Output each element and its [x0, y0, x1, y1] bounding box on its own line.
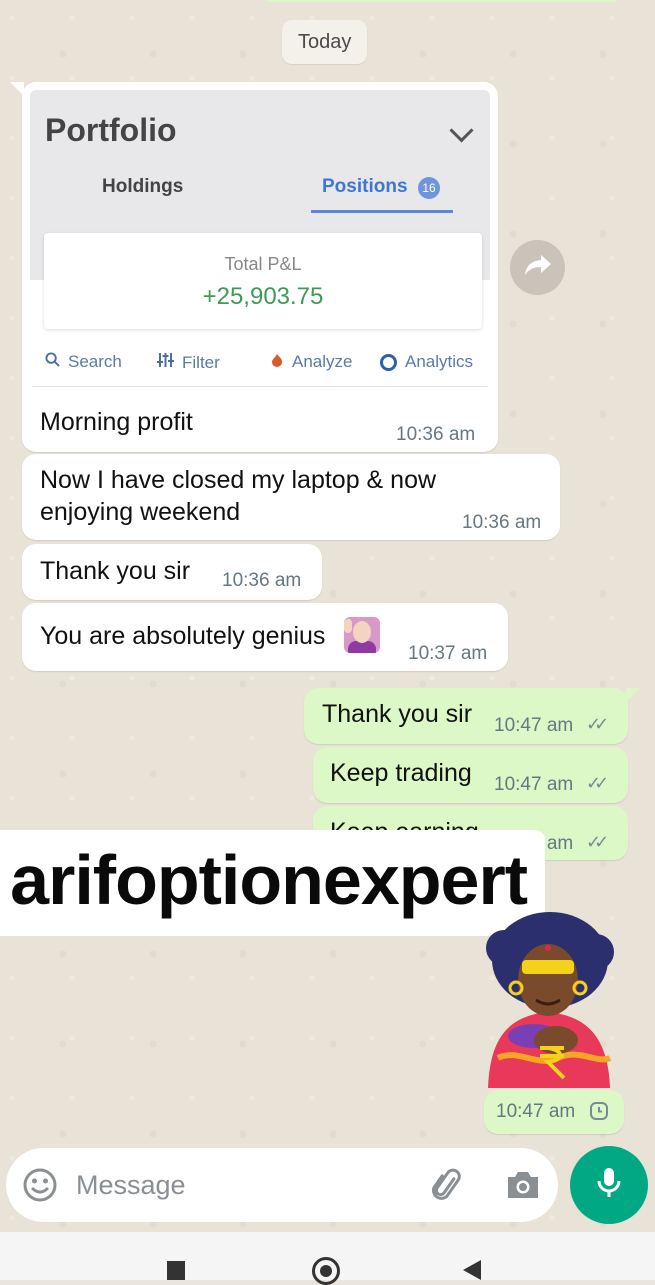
message-time: 10:47 am [494, 774, 574, 795]
tool-label: Analyze [292, 352, 353, 371]
pnl-value: +25,903.75 [202, 283, 324, 310]
double-check-icon: ✓✓ [586, 714, 609, 734]
attachment-icon[interactable] [430, 1168, 464, 1202]
incoming-message-bubble[interactable]: You are absolutely genius 10:37 am [22, 603, 508, 671]
message-time: 10:36 am [222, 570, 302, 591]
outgoing-message-bubble[interactable]: Keep trading 10:47 am ✓✓ [313, 747, 628, 803]
message-time: 10:37 am [408, 643, 488, 664]
message-text-line-1: Now I have closed my laptop & now [40, 466, 437, 494]
watermark-banner: arifoptionexpert [0, 830, 545, 936]
voice-message-button[interactable] [570, 1146, 648, 1224]
tool-analytics: Analytics [380, 352, 473, 372]
message-text: Keep trading [330, 759, 472, 787]
home-button[interactable] [312, 1257, 340, 1285]
flame-icon [270, 352, 284, 372]
previous-message-edge [262, 0, 622, 2]
pnl-label: Total P&L [224, 254, 302, 274]
recent-apps-button[interactable] [167, 1261, 185, 1280]
message-time: 10:47 am [494, 715, 574, 736]
message-input[interactable]: Message [76, 1170, 186, 1201]
message-time: 10:36 am [396, 424, 476, 445]
tool-label: Filter [182, 352, 220, 372]
message-time: 10:36 am [462, 512, 542, 533]
date-separator: Today [282, 20, 368, 64]
back-button[interactable] [463, 1260, 481, 1280]
tool-label: Search [68, 352, 122, 371]
incoming-message-bubble[interactable]: Thank you sir 10:36 am [22, 544, 322, 600]
portfolio-title: Portfolio [45, 112, 177, 148]
filter-icon [157, 352, 174, 373]
analytics-icon [380, 353, 397, 371]
tool-label: Analytics [405, 352, 474, 371]
message-text: Thank you sir [40, 557, 191, 585]
system-navigation-bar [0, 1232, 655, 1285]
person-raising-hand-emoji [344, 617, 380, 653]
double-check-icon: ✓✓ [586, 773, 609, 793]
active-tab-indicator [311, 210, 453, 213]
bubble-tail [626, 688, 640, 702]
search-icon [45, 352, 60, 372]
outgoing-message-bubble[interactable]: Thank you sir 10:47 am ✓✓ [304, 688, 628, 744]
portfolio-screenshot[interactable]: Portfolio Holdings Positions 16 Total P&… [30, 90, 490, 388]
tab-positions: Positions [322, 176, 408, 197]
tool-search: Search [45, 352, 122, 372]
message-text: You are absolutely genius [40, 622, 326, 650]
tab-holdings: Holdings [102, 176, 184, 197]
pnl-card: Total P&L +25,903.75 [44, 233, 482, 329]
divider [30, 386, 490, 387]
camera-icon[interactable] [504, 1168, 542, 1202]
tool-filter: Filter [157, 352, 220, 373]
sticker-time-chip: 10:47 am [484, 1090, 624, 1134]
message-text-line-2: enjoying weekend [40, 498, 241, 526]
forward-icon [524, 253, 552, 282]
positions-count-badge: 16 [418, 177, 440, 199]
message-text: Morning profit [40, 408, 193, 436]
tool-analyze: Analyze [270, 352, 352, 372]
clock-pending-icon [590, 1102, 608, 1125]
emoji-icon[interactable] [23, 1168, 57, 1202]
double-check-icon: ✓✓ [586, 832, 609, 852]
message-composer[interactable]: Message [6, 1148, 558, 1222]
microphone-icon [596, 1166, 622, 1205]
message-time: 10:47 am [496, 1101, 576, 1122]
message-text: Thank you sir [322, 700, 473, 728]
forward-button[interactable] [510, 240, 565, 295]
sticker-image[interactable] [478, 908, 618, 1088]
incoming-message-bubble[interactable]: Now I have closed my laptop & now enjoyi… [22, 454, 560, 540]
watermark-text: arifoptionexpert [10, 841, 528, 919]
